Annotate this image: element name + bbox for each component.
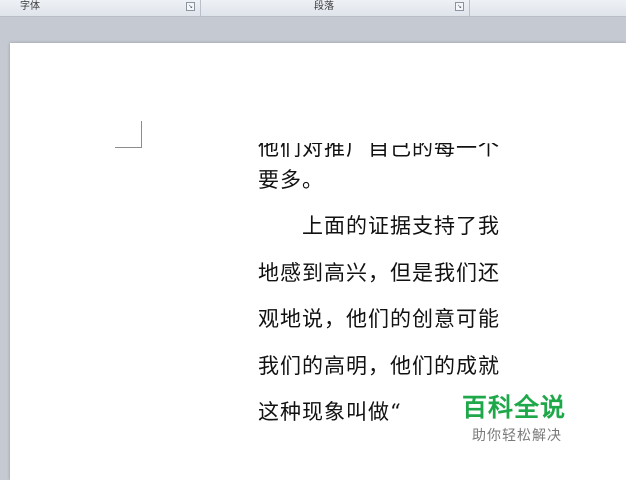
ribbon-toolbar: 字体 ↘ 段落 ↘	[0, 0, 626, 17]
ribbon-group-font-label: 字体	[20, 1, 40, 12]
baike-watermark-logo: 百科全说 助你轻松解决	[452, 388, 604, 454]
text-line[interactable]: 地感到高兴，但是我们还	[258, 260, 500, 286]
text-line[interactable]: 这种现象叫做“	[258, 399, 402, 425]
watermark-subtitle: 助你轻松解决	[472, 428, 562, 444]
ribbon-group-paragraph: 段落 ↘	[201, 0, 470, 16]
paragraph-dialog-launcher-icon[interactable]: ↘	[455, 2, 464, 11]
ribbon-group-paragraph-label: 段落	[314, 1, 334, 12]
ribbon-group-font: 字体 ↘	[0, 0, 201, 16]
text-line[interactable]: 他们对推广自己的每一个	[258, 143, 500, 161]
margin-corner-mark	[115, 121, 142, 148]
text-line[interactable]: 我们的高明，他们的成就	[258, 353, 500, 379]
font-dialog-launcher-icon[interactable]: ↘	[186, 2, 195, 11]
watermark-title: 百科全说	[462, 393, 567, 422]
text-line[interactable]: 上面的证据支持了我	[258, 213, 500, 239]
text-line[interactable]: 观地说，他们的创意可能	[258, 306, 500, 332]
text-line[interactable]: 要多。	[258, 167, 324, 193]
